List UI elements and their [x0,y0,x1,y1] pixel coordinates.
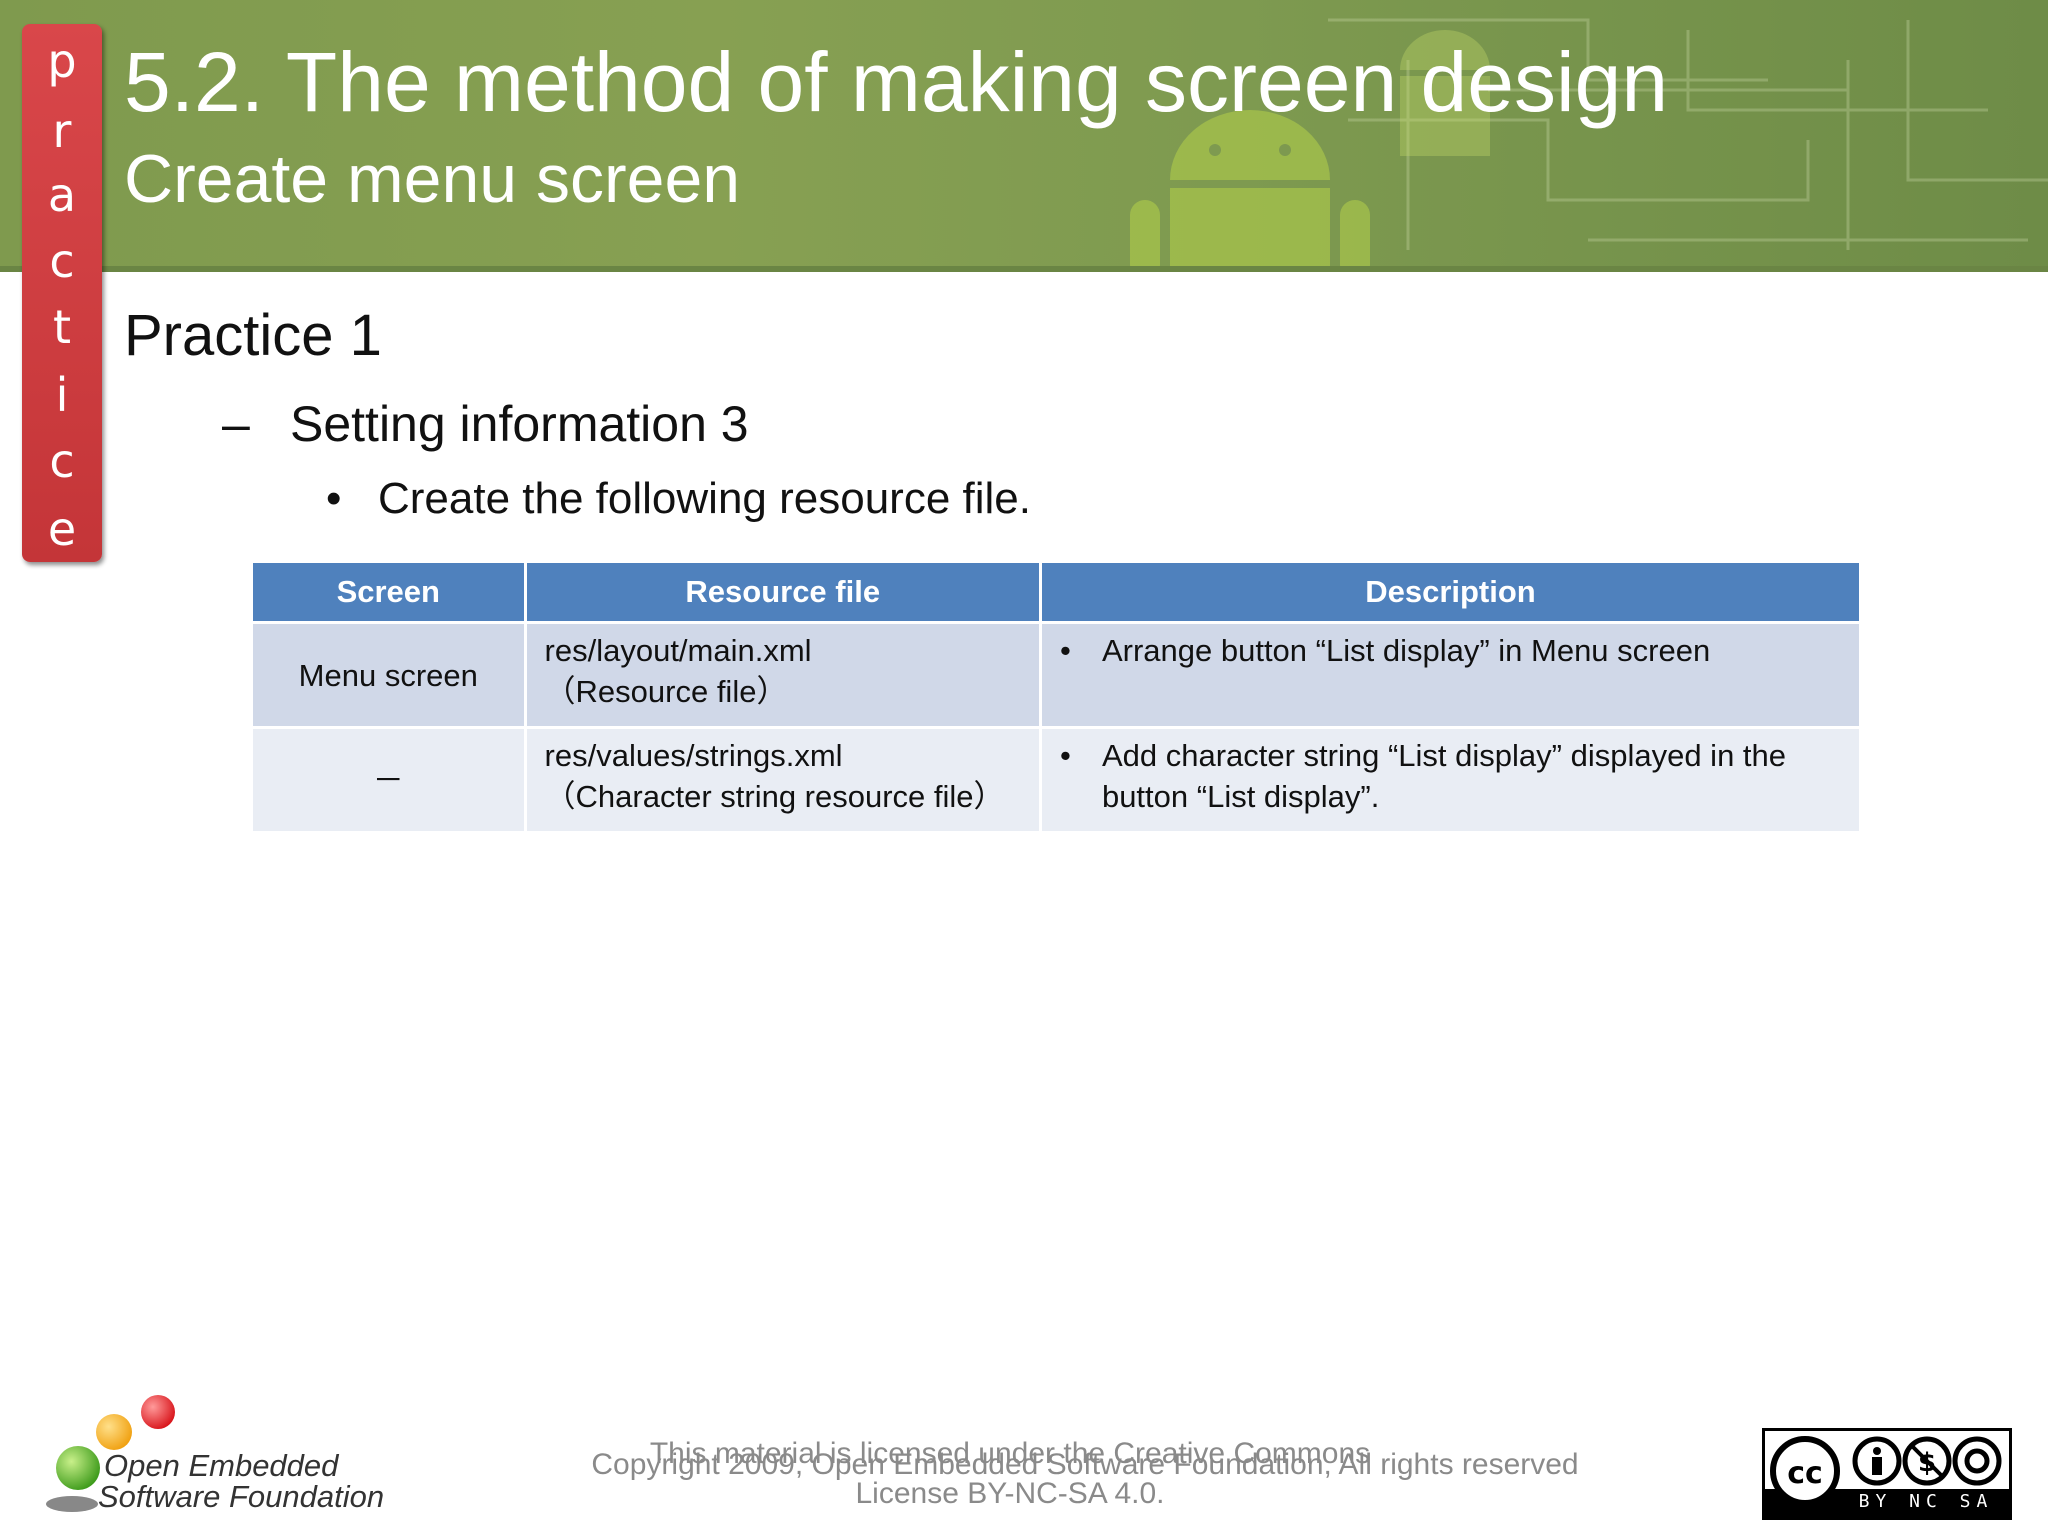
cc-badge-label: BY NC SA [1858,1491,1994,1512]
description-text: Arrange button “List display” in Menu sc… [1101,633,1711,668]
table-row: Menu screen res/layout/main.xml （Resourc… [250,621,1863,729]
practice-tab-letter: t [52,300,72,354]
column-header-resource-file: Resource file [523,560,1042,624]
resource-path: res/layout/main.xml [544,633,812,668]
cell-resource-file: res/values/strings.xml （Character string… [523,726,1042,834]
cell-screen: － [250,726,527,834]
resource-kind: （Resource file） [544,674,788,709]
android-robot-decoration [1130,110,1370,272]
cell-description: • Arrange button “List display” in Menu … [1038,621,1863,729]
practice-tab-letter: e [47,502,77,556]
logo-line-2: Software Foundation [98,1479,385,1514]
cell-screen: Menu screen [250,621,527,729]
dash-marker: – [222,396,250,452]
column-header-description: Description [1038,560,1863,624]
column-header-screen: Screen [250,560,527,624]
resource-table: Screen Resource file Description Menu sc… [250,560,1863,834]
logo-line-1: Open Embedded [104,1448,339,1483]
table-header-row: Screen Resource file Description [250,560,1863,624]
practice-tab-letter: i [55,368,69,422]
slide-title: 5.2. The method of making screen design [124,35,1669,129]
bullet-marker: • [326,474,342,523]
practice-tab: p r a c t i c e [22,24,102,562]
table-row: － res/values/strings.xml （Character stri… [250,726,1863,834]
cell-resource-file: res/layout/main.xml （Resource file） [523,621,1042,729]
resource-kind: （Character string resource file） [544,779,1005,814]
slide-subtitle: Create menu screen [124,141,741,217]
description-text: Add character string “List display” disp… [1101,738,1787,814]
practice-tab-letter: a [47,168,77,222]
practice-heading: Practice 1 [124,303,382,368]
bullet-marker: • [1059,738,1071,773]
practice-tab-letter: c [49,234,75,288]
oesf-logo-text: Open Embedded Software Foundation [98,1448,384,1512]
slide-header: 5.2. The method of making screen design … [0,0,2048,272]
cell-description: • Add character string “List display” di… [1038,726,1863,834]
bullet-level3-text: Create the following resource file. [378,474,1031,523]
practice-tab-letter: c [49,434,75,488]
bullet-marker: • [1059,633,1071,668]
resource-path: res/values/strings.xml [544,738,843,773]
creative-commons-badge-icon: cc $ BY NC SA [1762,1428,2012,1520]
practice-tab-letter: r [52,104,72,158]
license-text: This material is licensed under the Crea… [649,1437,1371,1510]
svg-text:cc: cc [1787,1456,1823,1491]
practice-tab-letter: p [47,34,77,88]
bullet-level2-text: Setting information 3 [290,396,749,452]
